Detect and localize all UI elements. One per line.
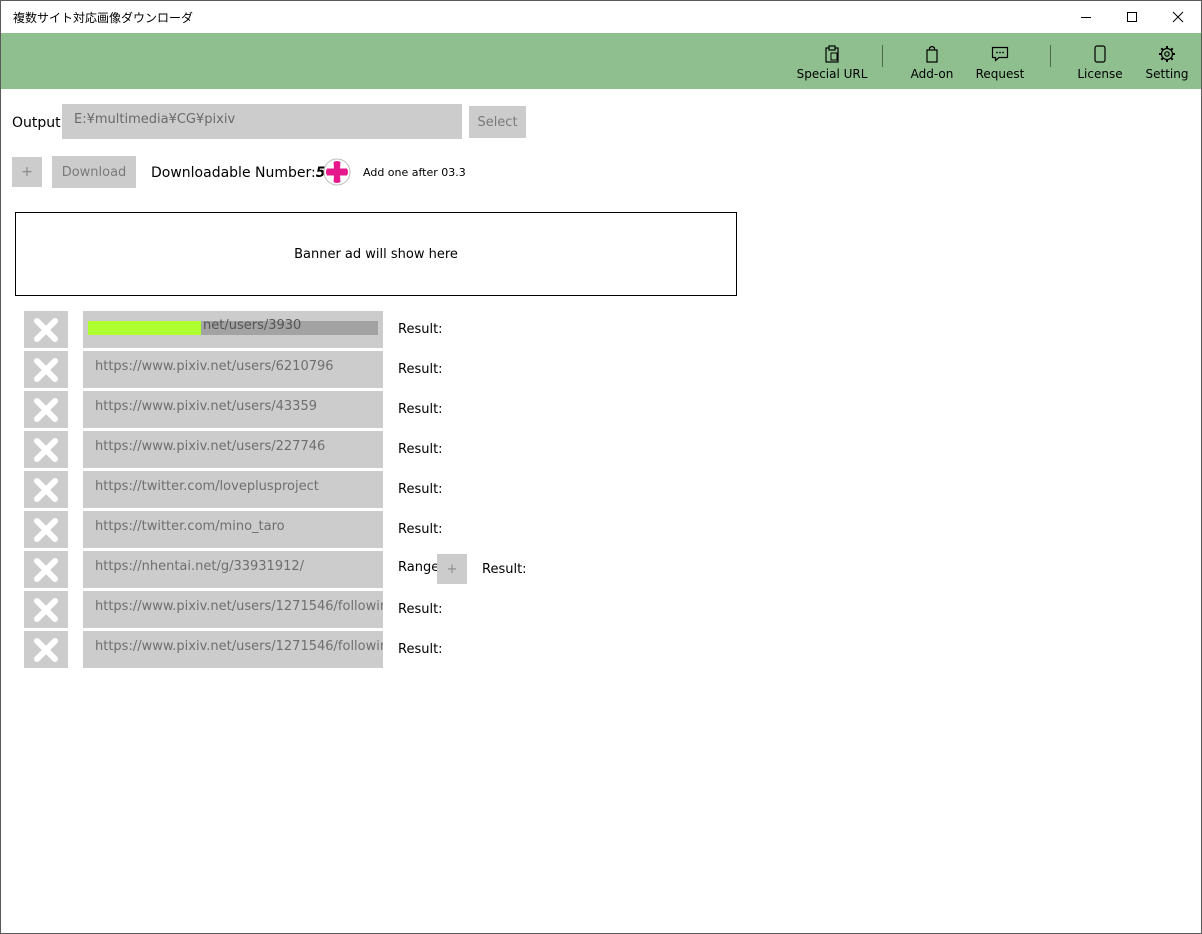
url-field[interactable]: https://twitter.com/mino_taro [83,511,383,548]
remove-url-button[interactable] [24,391,68,428]
gear-icon [1159,46,1175,62]
url-field[interactable]: https://www.pixiv.net/users/43359 [83,391,383,428]
downloadable-number-label: Downloadable Number: [151,165,316,181]
minimize-button[interactable] [1063,1,1109,33]
close-icon [34,637,58,662]
add-downloads-icon[interactable] [323,158,351,186]
add-range-button[interactable]: + [437,554,467,584]
close-icon [34,437,58,462]
shopping-bag-icon [926,45,938,63]
url-field[interactable]: https://nhentai.net/g/33931912/ [83,551,383,588]
toolbar-separator [882,45,883,67]
toolbar-separator [1050,45,1051,67]
output-label: Output [12,115,61,131]
select-button[interactable]: Select [469,106,526,138]
download-progress-fill [88,321,202,335]
maximize-button[interactable] [1109,1,1155,33]
close-icon [34,557,58,582]
url-row: net/users/3930 Result: [1,311,761,349]
url-text: net/users/3930 [203,318,302,333]
close-icon [1172,11,1184,23]
range-label: Range [398,560,440,575]
phone-icon [1094,45,1106,63]
app-window: 複数サイト対応画像ダウンローダ Special URL Add-on Reque… [0,0,1202,934]
special-url-label: Special URL [796,67,868,81]
close-icon [34,397,58,422]
result-label: Result: [398,442,443,457]
url-row: https://www.pixiv.net/users/227746 Resul… [1,431,761,469]
url-field-downloading[interactable]: net/users/3930 [83,311,383,348]
setting-button[interactable]: Setting [1139,33,1195,89]
result-label: Result: [398,322,443,337]
url-row: https://nhentai.net/g/33931912/ Range + … [1,551,761,589]
add-on-label: Add-on [910,67,954,81]
message-icon [991,46,1009,62]
request-label: Request [975,67,1025,81]
license-button[interactable]: License [1070,33,1130,89]
url-field[interactable]: https://www.pixiv.net/users/1271546/foll… [83,631,383,668]
result-label: Result: [398,602,443,617]
result-label: Result: [398,482,443,497]
url-row: https://www.pixiv.net/users/6210796 Resu… [1,351,761,389]
remove-url-button[interactable] [24,351,68,388]
result-label: Result: [398,362,443,377]
add-url-button[interactable]: + [12,157,42,187]
setting-label: Setting [1145,67,1189,81]
close-icon [34,477,58,502]
request-button[interactable]: Request [970,33,1030,89]
url-row: https://twitter.com/loveplusproject Resu… [1,471,761,509]
close-button[interactable] [1155,1,1201,33]
result-label: Result: [398,402,443,417]
output-path-field[interactable]: E:¥multimedia¥CG¥pixiv [62,104,462,139]
url-field[interactable]: https://twitter.com/loveplusproject [83,471,383,508]
title-bar[interactable]: 複数サイト対応画像ダウンローダ [1,1,1201,33]
special-url-button[interactable]: Special URL [797,33,867,89]
maximize-icon [1127,12,1137,22]
banner-ad: Banner ad will show here [15,212,737,296]
close-icon [34,517,58,542]
remove-url-button[interactable] [24,551,68,588]
window-title: 複数サイト対応画像ダウンローダ [13,11,194,25]
close-icon [34,317,58,342]
url-row: https://www.pixiv.net/users/1271546/foll… [1,591,761,629]
banner-ad-text: Banner ad will show here [294,246,458,262]
clipboard-icon [825,45,839,63]
remove-url-button[interactable] [24,471,68,508]
license-label: License [1077,67,1123,81]
add-on-button[interactable]: Add-on [902,33,962,89]
url-field[interactable]: https://www.pixiv.net/users/1271546/foll… [83,591,383,628]
result-label: Result: [482,562,527,577]
download-button[interactable]: Download [52,156,136,188]
add-one-note: Add one after 03.3 [363,166,466,179]
downloadable-number: Downloadable Number:53 [151,165,335,181]
remove-url-button[interactable] [24,431,68,468]
remove-url-button[interactable] [24,591,68,628]
remove-url-button[interactable] [24,311,68,348]
url-field[interactable]: https://www.pixiv.net/users/6210796 [83,351,383,388]
url-field[interactable]: https://www.pixiv.net/users/227746 [83,431,383,468]
result-label: Result: [398,522,443,537]
close-icon [34,357,58,382]
close-icon [34,597,58,622]
minimize-icon [1081,17,1091,18]
remove-url-button[interactable] [24,511,68,548]
remove-url-button[interactable] [24,631,68,668]
url-row: https://www.pixiv.net/users/1271546/foll… [1,631,761,669]
url-row: https://twitter.com/mino_taro Result: [1,511,761,549]
url-row: https://www.pixiv.net/users/43359 Result… [1,391,761,429]
result-label: Result: [398,642,443,657]
toolbar: Special URL Add-on Request License Setti… [1,33,1201,89]
